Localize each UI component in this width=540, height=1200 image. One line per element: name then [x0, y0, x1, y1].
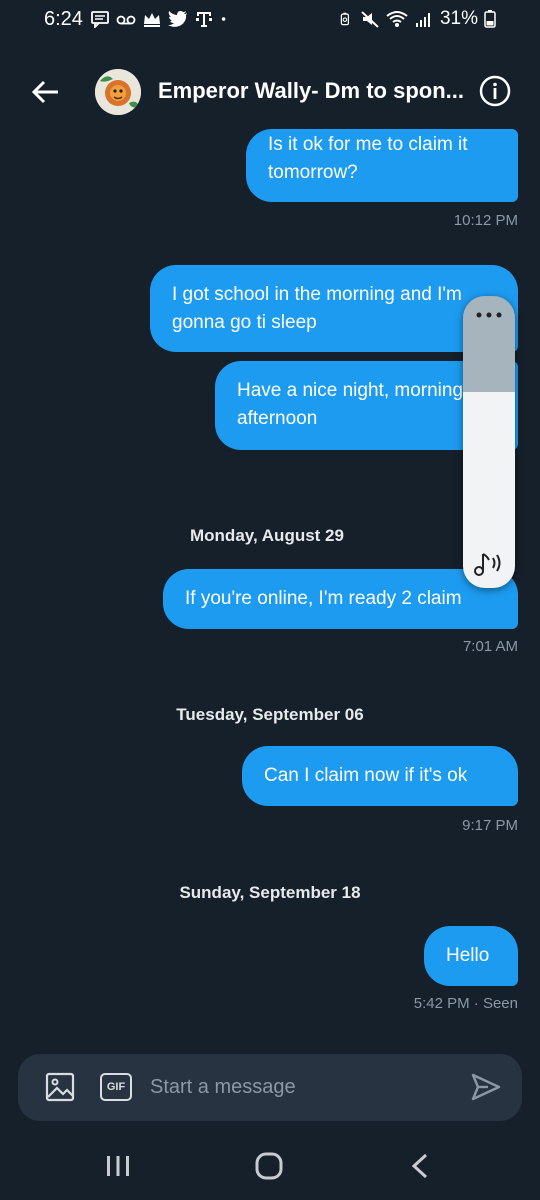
- signal-icon: [415, 13, 430, 27]
- message-input[interactable]: [150, 1068, 460, 1106]
- message-composer: GIF: [18, 1054, 522, 1121]
- message-timestamp: 5:42 PM · Seen: [413, 995, 518, 1012]
- message-text: I got school in the morning and I'm gonn…: [172, 284, 462, 333]
- mute-icon: [361, 11, 379, 28]
- message-text: Is it ok for me to claim it tomorrow?: [268, 134, 468, 183]
- info-icon[interactable]: [479, 75, 511, 107]
- message-timestamp: 10:12 PM: [453, 212, 518, 229]
- gif-icon[interactable]: GIF: [100, 1073, 132, 1101]
- status-time: 6:24: [44, 8, 83, 30]
- date-separator: Tuesday, September 06: [176, 705, 364, 724]
- back-arrow-icon[interactable]: [28, 74, 64, 110]
- message-bubble[interactable]: Hello: [424, 926, 518, 986]
- more-dots-icon[interactable]: [473, 308, 505, 322]
- date-separator: Monday, August 29: [190, 526, 344, 545]
- crown-icon: [144, 13, 160, 27]
- message-text: Have a nice night, morning or afternoon: [237, 380, 486, 429]
- voicemail-icon: [116, 15, 136, 25]
- avatar[interactable]: [95, 69, 141, 115]
- nav-back-icon[interactable]: [408, 1152, 432, 1180]
- battery-saver-icon: [340, 12, 349, 26]
- image-icon[interactable]: [45, 1072, 75, 1102]
- system-nav-bar: [0, 1130, 540, 1200]
- home-icon[interactable]: [255, 1152, 283, 1180]
- volume-panel[interactable]: [463, 296, 515, 588]
- message-bubble[interactable]: Is it ok for me to claim it tomorrow?: [246, 129, 518, 202]
- system-icons: 31%: [340, 8, 496, 30]
- recents-icon[interactable]: [103, 1154, 133, 1178]
- music-volume-icon[interactable]: [471, 550, 507, 578]
- avatar-image: [95, 69, 141, 115]
- status-bar: 6:24 31%: [0, 0, 540, 40]
- message-bubble[interactable]: Can I claim now if it's ok: [242, 746, 518, 806]
- notification-icons: [90, 10, 232, 28]
- message-icon: [91, 11, 109, 28]
- battery-percent: 31%: [439, 8, 478, 29]
- twitter-icon: [168, 11, 187, 27]
- message-text: If you're online, I'm ready 2 claim: [185, 588, 462, 609]
- tmobile-icon: [196, 12, 212, 27]
- wifi-icon: [386, 11, 408, 27]
- conversation-header: Emperor Wally- Dm to spon...: [0, 40, 540, 140]
- date-separator: Sunday, September 18: [179, 883, 361, 902]
- message-timestamp: 9:17 PM: [462, 817, 518, 834]
- message-timestamp: 7:01 AM: [462, 638, 518, 655]
- battery-icon: [484, 10, 496, 28]
- dot-icon: [221, 17, 226, 21]
- contact-name[interactable]: Emperor Wally- Dm to spon...: [158, 78, 480, 104]
- message-text: Can I claim now if it's ok: [264, 765, 468, 786]
- message-text: Hello: [446, 945, 490, 966]
- send-icon[interactable]: [470, 1072, 502, 1102]
